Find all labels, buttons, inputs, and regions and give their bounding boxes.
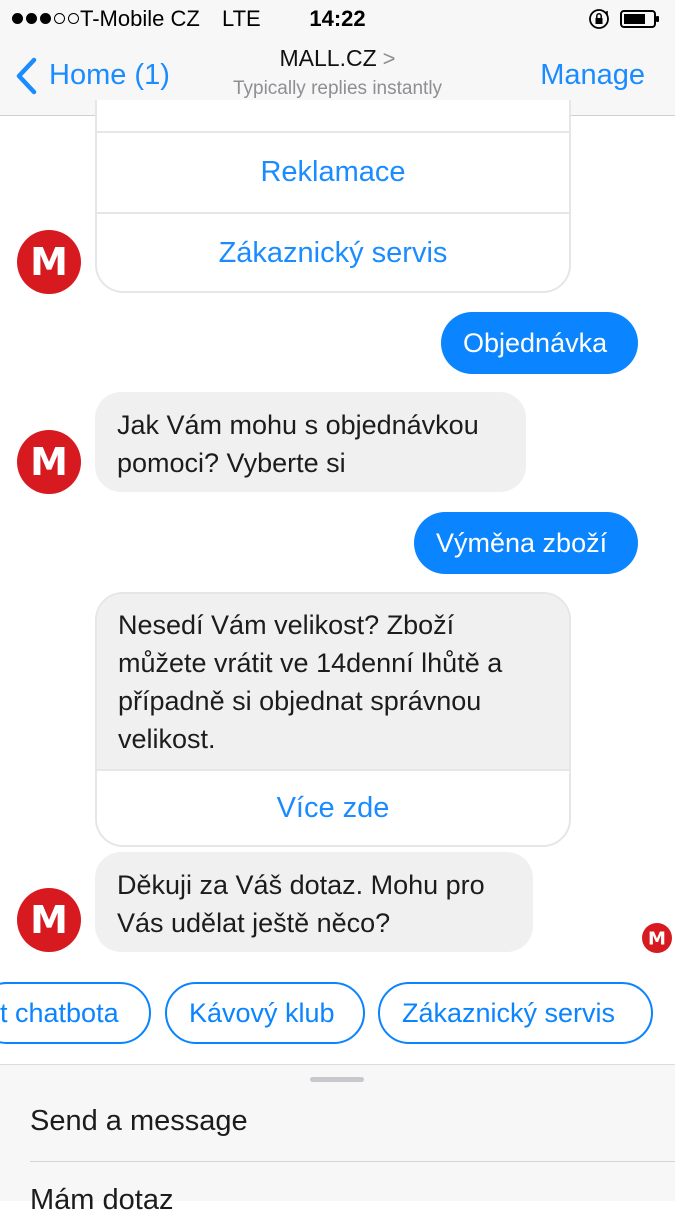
chevron-right-icon: > <box>382 46 396 71</box>
avatar-letter: M <box>30 898 68 942</box>
quick-reply-customer-service[interactable]: Zákaznický servis <box>378 982 653 1044</box>
outgoing-message: Výměna zboží <box>414 512 638 574</box>
bot-button-card: Reklamace Zákaznický servis <box>95 100 571 293</box>
incoming-message: Jak Vám mohu s objednávkou pomoci? Vyber… <box>95 392 526 492</box>
svg-text:M: M <box>648 929 666 950</box>
bot-text-button-card: Nesedí Vám velikost? Zboží můžete vrátit… <box>95 592 571 847</box>
page-title[interactable]: MALL.CZ <box>280 45 377 71</box>
drag-handle[interactable] <box>310 1077 364 1082</box>
quick-reply-coffee-club[interactable]: Kávový klub <box>165 982 365 1044</box>
avatar-letter: M <box>30 440 68 484</box>
orientation-lock-icon <box>589 9 609 29</box>
message-line: pomoci? Vyberte si <box>117 448 346 478</box>
message-line: velikost. <box>118 724 216 754</box>
card-text: Nesedí Vám velikost? Zboží můžete vrátit… <box>118 606 502 758</box>
outgoing-message: Objednávka <box>441 312 638 374</box>
quick-reply-chatbot[interactable]: t chatbota <box>0 982 151 1044</box>
avatar-letter: M <box>30 240 68 284</box>
message-line: případně si objednat správnou <box>118 686 482 716</box>
message-line: Děkuji za Váš dotaz. Mohu pro <box>117 870 485 900</box>
incoming-message: Děkuji za Váš dotaz. Mohu pro Vás udělat… <box>95 852 533 952</box>
message-line: Vás udělat ještě něco? <box>117 908 391 938</box>
manage-button[interactable]: Manage <box>540 59 645 92</box>
battery-icon <box>620 10 659 28</box>
card-button-more[interactable]: Více zde <box>97 792 569 825</box>
status-time: 14:22 <box>309 6 366 31</box>
bot-avatar: M <box>17 888 81 952</box>
card-button-reklamace[interactable]: Reklamace <box>97 156 569 189</box>
status-bar: T-Mobile CZ LTE 14:22 <box>0 0 675 38</box>
card-button-customer-service[interactable]: Zákaznický servis <box>97 237 569 270</box>
menu-item-ask[interactable]: Mám dotaz <box>30 1184 173 1217</box>
composer-menu: Send a message Mám dotaz <box>0 1064 675 1216</box>
message-line: Jak Vám mohu s objednávkou <box>117 410 479 440</box>
bot-avatar: M <box>17 430 81 494</box>
message-line: můžete vrátit ve 14denní lhůtě a <box>118 648 503 678</box>
seen-indicator-avatar: M <box>642 923 672 953</box>
send-message-item[interactable]: Send a message <box>30 1105 248 1138</box>
bot-avatar: M <box>17 230 81 294</box>
message-line: Nesedí Vám velikost? Zboží <box>118 610 455 640</box>
